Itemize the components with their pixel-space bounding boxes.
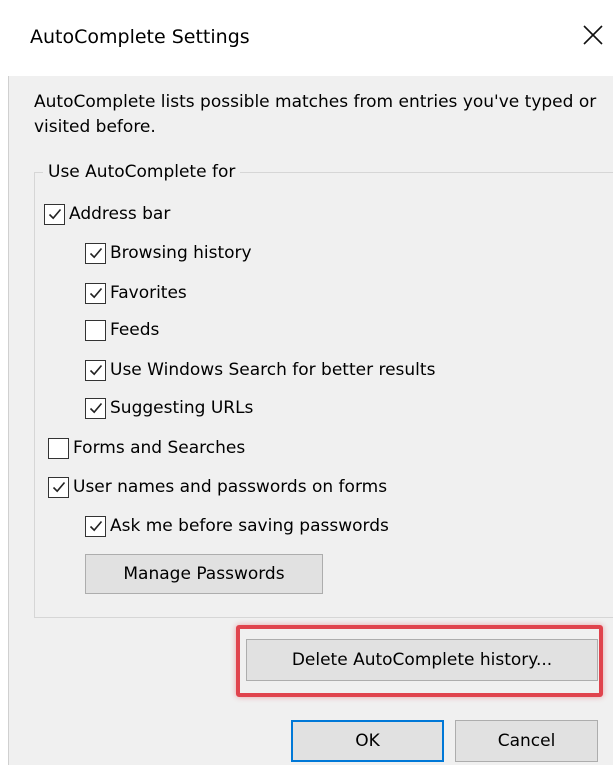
- checkbox-box: [85, 359, 106, 381]
- forms-searches-checkbox[interactable]: Forms and Searches: [48, 434, 245, 462]
- manage-passwords-button[interactable]: Manage Passwords: [85, 554, 323, 594]
- ask-before-saving-label: Ask me before saving passwords: [110, 516, 389, 536]
- checkmark-icon: [89, 287, 102, 299]
- browsing-history-label: Browsing history: [110, 243, 252, 263]
- cancel-button[interactable]: Cancel: [455, 720, 598, 762]
- address-bar-label: Address bar: [69, 204, 171, 224]
- title-bar: AutoComplete Settings: [0, 0, 613, 76]
- favorites-label: Favorites: [110, 283, 187, 303]
- checkbox-box: [48, 437, 69, 459]
- delete-autocomplete-history-button[interactable]: Delete AutoComplete history...: [246, 639, 598, 681]
- checkbox-box: [48, 476, 69, 498]
- checkbox-box: [85, 242, 106, 264]
- dialog-title: AutoComplete Settings: [30, 26, 250, 48]
- checkbox-box: [85, 515, 106, 537]
- checkmark-icon: [89, 402, 102, 414]
- checkbox-box: [85, 397, 106, 419]
- close-icon: [583, 25, 603, 45]
- feeds-checkbox[interactable]: Feeds: [85, 316, 159, 344]
- checkmark-icon: [52, 481, 65, 493]
- ok-button[interactable]: OK: [291, 720, 444, 762]
- suggesting-urls-label: Suggesting URLs: [110, 398, 254, 418]
- checkmark-icon: [89, 520, 102, 532]
- ask-before-saving-checkbox[interactable]: Ask me before saving passwords: [85, 512, 389, 540]
- checkbox-box: [85, 319, 106, 341]
- windows-search-checkbox[interactable]: Use Windows Search for better results: [85, 356, 435, 384]
- checkbox-box: [85, 282, 106, 304]
- close-button[interactable]: [578, 20, 608, 50]
- forms-searches-label: Forms and Searches: [73, 438, 246, 458]
- suggesting-urls-checkbox[interactable]: Suggesting URLs: [85, 394, 253, 422]
- favorites-checkbox[interactable]: Favorites: [85, 279, 187, 307]
- description-text: AutoComplete lists possible matches from…: [34, 92, 597, 137]
- checkmark-icon: [89, 247, 102, 259]
- autocomplete-settings-dialog: AutoComplete Settings AutoComplete lists…: [0, 0, 613, 765]
- feeds-label: Feeds: [110, 320, 160, 340]
- group-label: Use AutoComplete for: [43, 160, 241, 184]
- checkmark-icon: [89, 364, 102, 376]
- windows-search-label: Use Windows Search for better results: [110, 360, 436, 380]
- browsing-history-checkbox[interactable]: Browsing history: [85, 239, 252, 267]
- address-bar-checkbox[interactable]: Address bar: [44, 200, 170, 228]
- checkmark-icon: [48, 208, 61, 220]
- checkbox-box: [44, 203, 65, 225]
- usernames-passwords-checkbox[interactable]: User names and passwords on forms: [48, 473, 387, 501]
- usernames-passwords-label: User names and passwords on forms: [73, 477, 388, 497]
